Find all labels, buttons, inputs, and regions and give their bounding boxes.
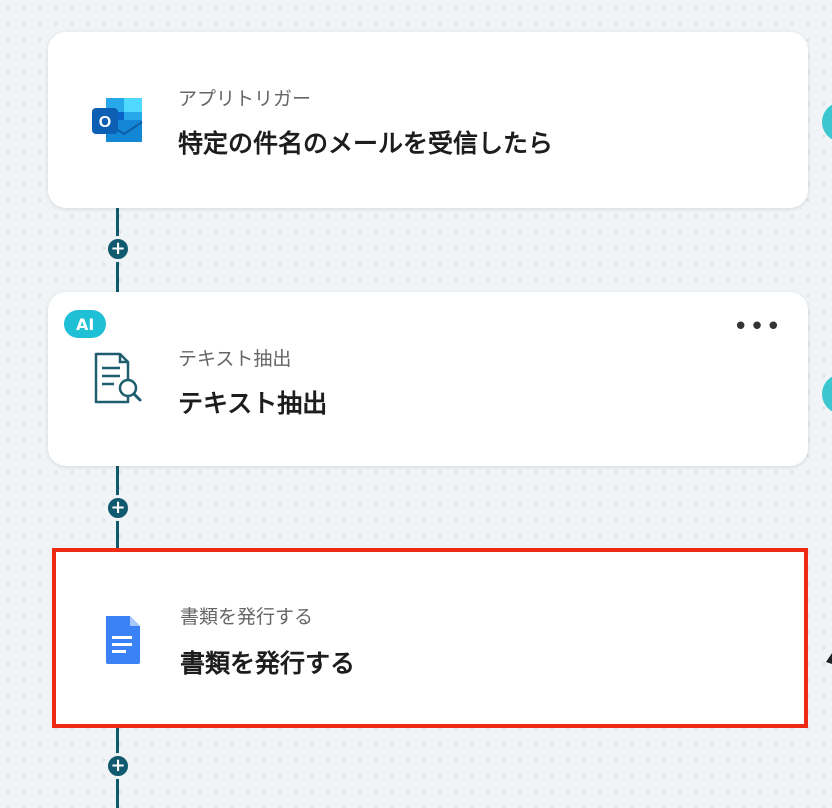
side-status-circle-2[interactable] [822,374,832,414]
step-subtitle: テキスト抽出 [178,348,292,370]
more-options-icon[interactable]: ••• [733,314,782,340]
add-step-button-2[interactable]: + [105,495,131,521]
step-title: 特定の件名のメールを受信したら [178,129,554,158]
text-extract-icon [94,352,142,404]
outlook-icon: O [92,98,143,142]
step-title: テキスト抽出 [178,389,328,418]
step-card-issue-document[interactable]: 書類を発行する 書類を発行する [52,548,808,728]
side-indicator-icon [826,653,832,664]
side-status-circle-1[interactable] [822,102,832,142]
add-step-button-3[interactable]: + [105,753,131,779]
step-card-trigger[interactable]: O アプリトリガー 特定の件名のメールを受信したら [48,32,808,208]
ai-badge: AI [64,310,107,338]
step-card-text-extract[interactable]: AI ••• テキスト抽出 テキスト抽出 [48,292,808,466]
add-step-button-1[interactable]: + [105,236,131,262]
google-docs-icon [106,616,140,664]
svg-text:O: O [99,114,111,131]
step-subtitle: アプリトリガー [178,88,312,110]
step-title: 書類を発行する [180,649,356,678]
step-subtitle: 書類を発行する [180,606,314,628]
